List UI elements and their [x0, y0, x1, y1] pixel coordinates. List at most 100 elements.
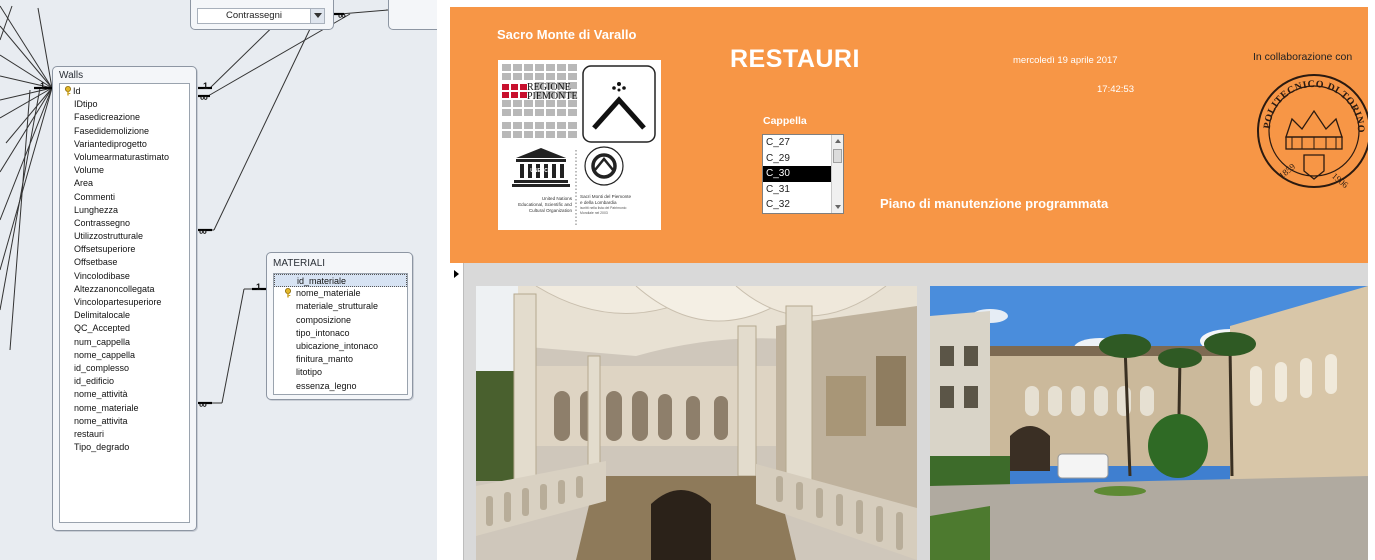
scroll-thumb[interactable] [833, 149, 842, 163]
table-field-label: Altezzanoncollegata [74, 283, 155, 294]
scroll-up-icon[interactable] [832, 135, 844, 147]
svg-text:Sacri Monti del Piemonte: Sacri Monti del Piemonte [580, 194, 632, 199]
table-field-label: nome_materiale [296, 288, 361, 299]
table-field[interactable]: Area [74, 177, 189, 190]
table-field[interactable]: Altezzanoncollegata [74, 283, 189, 296]
table-field[interactable]: id_complesso [74, 362, 189, 375]
politecnico-seal-logo: POLITECNICO DI TORINO 1859 1906 [1257, 74, 1368, 190]
table-field[interactable]: Volume [74, 164, 189, 177]
table-field[interactable]: id_edificio [74, 375, 189, 388]
walls-table-title: Walls [59, 70, 84, 81]
table-field[interactable]: finitura_manto [274, 353, 407, 366]
table-field[interactable]: num_cappella [74, 336, 189, 349]
collaboration-label: In collaborazione con [1253, 51, 1353, 63]
restauri-form: Sacro Monte di Varallo REGIONE PIEMONTE … [450, 7, 1368, 560]
table-field-label: restauri [74, 428, 105, 439]
table-field[interactable]: nome_materiale [274, 287, 407, 300]
table-field-label: nome_attività [74, 389, 128, 400]
table-field-label: Commenti [74, 191, 116, 202]
table-field[interactable]: nome_cappella [74, 349, 189, 362]
table-field[interactable]: Contrassegno [74, 217, 189, 230]
form-title: RESTAURI [730, 45, 860, 73]
cappella-listbox[interactable]: C_27 C_29 C_30 C_31 C_32 [762, 134, 844, 214]
table-field[interactable]: Variantediprogetto [74, 138, 189, 151]
table-field-label: Contrassegno [74, 217, 131, 228]
svg-text:Mondiale nel 2003: Mondiale nel 2003 [580, 211, 608, 215]
materiali-table[interactable]: MATERIALI id_materiale nome_materialemate… [266, 252, 413, 400]
table-field[interactable]: IDtipo [74, 98, 189, 111]
walls-table[interactable]: Walls Id IDtipo Fasedicreazione Fasedidemol… [52, 66, 197, 531]
cardinality-many-label: ∞ [199, 399, 207, 411]
table-field-label: id_materiale [297, 276, 347, 286]
courtyard-photo [930, 286, 1368, 560]
logos-panel: REGIONE PIEMONTE UNESCO United Nations E… [498, 60, 661, 230]
table-field[interactable]: id_materiale [274, 274, 407, 288]
walls-field-list[interactable]: Id IDtipo Fasedicreazione Fasedidemolizione… [59, 83, 190, 523]
table-field[interactable]: composizione [274, 314, 407, 327]
table-field-label: num_cappella [74, 336, 131, 347]
table-field-label: Vincolodibase [74, 270, 130, 281]
table-field-label: nome_attivita [74, 415, 128, 426]
cappella-option[interactable]: C_31 [763, 182, 831, 198]
unesco-logo: UNESCO [512, 148, 570, 187]
table-field-label: essenza_legno [296, 380, 357, 391]
cappella-option[interactable]: C_30 [763, 166, 831, 182]
table-field[interactable]: Fasedidemolizione [74, 125, 189, 138]
table-field[interactable]: Tipo_degrado [74, 441, 189, 454]
table-field[interactable]: ubicazione_intonaco [274, 340, 407, 353]
cappella-option[interactable]: C_29 [763, 151, 831, 167]
table-field[interactable]: Vincolodibase [74, 270, 189, 283]
table-field[interactable]: Offsetbase [74, 256, 189, 269]
table-field[interactable]: QC_Accepted [74, 322, 189, 335]
partner-logos: REGIONE PIEMONTE UNESCO United Nations E… [502, 64, 656, 226]
table-field-label: Tipo_degrado [74, 442, 130, 453]
table-field-label: Offsetsuperiore [74, 244, 136, 255]
table-field-label: Offsetbase [74, 257, 118, 268]
svg-text:iscritti nella lista del Patri: iscritti nella lista del Patrimonio [580, 206, 626, 210]
table-field[interactable]: Volumearmaturastimato [74, 151, 189, 164]
cardinality-many-label: ∞ [338, 10, 346, 22]
table-field[interactable]: Commenti [74, 191, 189, 204]
table-field[interactable]: nome_attivita [74, 415, 189, 428]
cappella-option[interactable]: C_32 [763, 197, 831, 213]
cardinality-many-label: ∞ [200, 92, 208, 104]
panel-divider [437, 0, 450, 560]
table-field[interactable]: Delimitalocale [74, 309, 189, 322]
contrassegni-table[interactable]: Contrassegni [190, 0, 334, 30]
table-field-label: litotipo [296, 367, 323, 378]
table-fragment[interactable] [388, 0, 437, 30]
table-field[interactable]: Fasedicreazione [74, 111, 189, 124]
table-field-label: Variantediprogetto [74, 138, 147, 149]
materiali-field-list[interactable]: id_materiale nome_materiale materiale_stru… [273, 273, 408, 395]
table-field[interactable]: nome_materiale [74, 402, 189, 415]
table-field[interactable]: litotipo [274, 366, 407, 379]
table-field[interactable]: essenza_legno [274, 380, 407, 393]
cardinality-one-label: 1 [256, 282, 262, 292]
materiali-table-title: MATERIALI [273, 258, 326, 269]
table-field[interactable]: restauri [74, 428, 189, 441]
table-field-label: id_complesso [74, 362, 130, 373]
table-field[interactable]: Vincolopartesuperiore [74, 296, 189, 309]
table-field[interactable]: Utilizzostrutturale [74, 230, 189, 243]
contrassegni-combo[interactable]: Contrassegni [197, 8, 325, 24]
table-field-label: nome_cappella [74, 349, 136, 360]
current-date: mercoledì 19 aprile 2017 [1013, 55, 1118, 66]
svg-text:Cultural Organization: Cultural Organization [529, 208, 573, 213]
combo-dropdown-button[interactable] [310, 9, 324, 23]
record-selector[interactable] [450, 263, 464, 560]
table-field[interactable]: Id [63, 85, 189, 98]
cappella-option[interactable]: C_27 [763, 135, 831, 151]
svg-text:e della Lombardia: e della Lombardia [580, 200, 617, 205]
table-field-label: Id [73, 86, 81, 96]
table-field[interactable]: Lunghezza [74, 204, 189, 217]
table-field[interactable]: tipo_intonaco [274, 327, 407, 340]
form-subtitle: Piano di manutenzione programmata [880, 196, 1109, 211]
table-field-label: finitura_manto [296, 354, 354, 365]
table-field[interactable]: Offsetsuperiore [74, 243, 189, 256]
table-field-label: materiale_strutturale [296, 301, 379, 312]
table-field[interactable]: materiale_strutturale [274, 300, 407, 313]
scroll-down-icon[interactable] [832, 201, 844, 213]
listbox-scrollbar[interactable] [831, 135, 843, 213]
table-field-label: Fasedicreazione [74, 112, 141, 123]
table-field[interactable]: nome_attività [74, 388, 189, 401]
